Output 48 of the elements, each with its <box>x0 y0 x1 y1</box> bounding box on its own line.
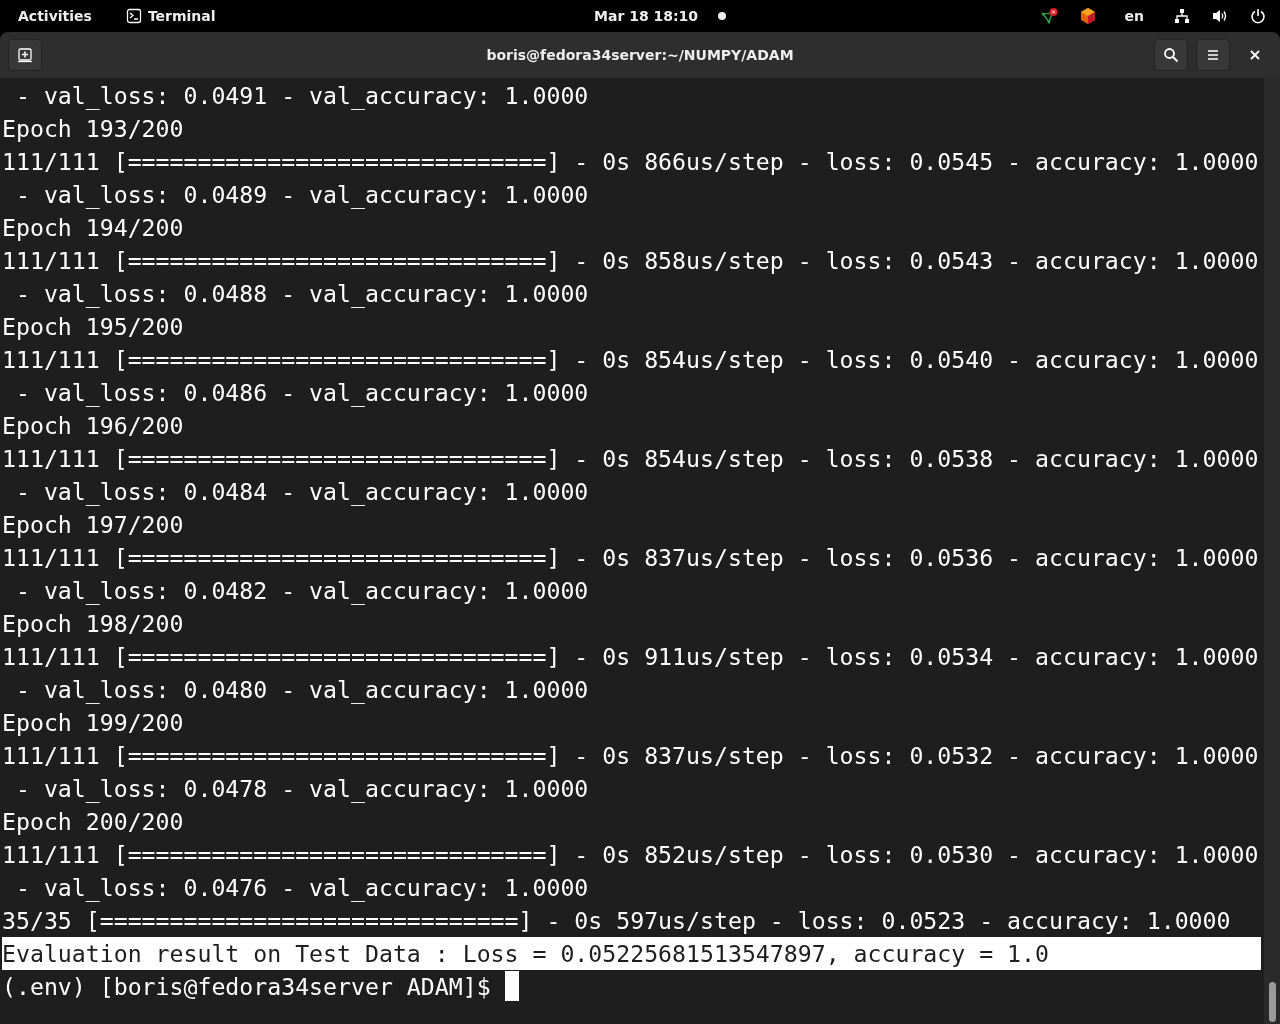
terminal-output-line: - val_loss: 0.0486 - val_accuracy: 1.0000 <box>14 378 589 409</box>
terminal-output-line: Epoch 193/200 <box>2 114 184 144</box>
menu-icon <box>1205 47 1221 63</box>
terminal-output-line: - val_loss: 0.0476 - val_accuracy: 1.0000 <box>14 873 589 904</box>
window-title: boris@fedora34server:~/NUMPY/ADAM <box>486 47 794 63</box>
terminal-output-line: 111/111 [==============================] - 0s 866us/step - loss: 0.0545 - accuracy: 1.0000 <box>2 147 1259 177</box>
terminal-output-line: 111/111 [==============================] - 0s 837us/step - loss: 0.0532 - accuracy: 1.0000 <box>2 741 1259 771</box>
clock[interactable]: Mar 18 18:10 <box>594 8 699 24</box>
terminal-output-line: 111/111 [==============================] - 0s 837us/step - loss: 0.0536 - accuracy: 1.0000 <box>2 543 1259 573</box>
search-icon <box>1163 47 1179 63</box>
terminal-output-line: - val_loss: 0.0488 - val_accuracy: 1.0000 <box>14 279 589 310</box>
terminal-output-line: 111/111 [==============================] - 0s 911us/step - loss: 0.0534 - accuracy: 1.0000 <box>2 642 1259 672</box>
new-tab-button[interactable] <box>8 39 42 71</box>
terminal-output-line: Epoch 195/200 <box>2 312 184 342</box>
terminal-output-line: - val_loss: 0.0478 - val_accuracy: 1.0000 <box>14 774 589 805</box>
menu-button[interactable] <box>1196 39 1230 71</box>
terminal-output-line: - val_loss: 0.0482 - val_accuracy: 1.0000 <box>14 576 589 607</box>
terminal-icon <box>125 8 142 24</box>
text-cursor <box>504 971 519 1001</box>
close-icon <box>1249 49 1261 61</box>
search-button[interactable] <box>1154 39 1188 71</box>
terminal-output-line: - val_loss: 0.0480 - val_accuracy: 1.0000 <box>14 675 589 706</box>
terminal-output-line: 35/35 [==============================] - 0s 597us/step - loss: 0.0523 - accuracy: 1.0000 <box>2 906 1231 936</box>
terminal-output-line: - val_loss: 0.0489 - val_accuracy: 1.0000 <box>14 180 589 211</box>
terminal-output-line: - val_loss: 0.0484 - val_accuracy: 1.0000 <box>14 477 589 508</box>
terminal-output-line: Epoch 200/200 <box>2 807 184 837</box>
terminal-output-line: Epoch 199/200 <box>2 708 184 738</box>
activities-button[interactable]: Activities <box>18 8 92 24</box>
terminal-output-line: 111/111 [==============================] - 0s 854us/step - loss: 0.0540 - accuracy: 1.0000 <box>2 345 1259 375</box>
network-error-icon <box>1040 8 1059 24</box>
app-menu-button[interactable]: Terminal <box>125 8 216 24</box>
cube-icon <box>1080 8 1095 24</box>
scrollbar-thumb[interactable] <box>1268 982 1276 1022</box>
volume-icon <box>1212 8 1228 24</box>
power-icon[interactable] <box>1250 8 1266 24</box>
keyboard-layout-indicator[interactable]: en <box>1124 8 1144 24</box>
terminal-output-line: Epoch 194/200 <box>2 213 184 243</box>
terminal-output-line: 111/111 [==============================] - 0s 854us/step - loss: 0.0538 - accuracy: 1.0000 <box>2 444 1259 474</box>
new-tab-icon <box>17 47 33 63</box>
terminal-output-line: 111/111 [==============================] - 0s 858us/step - loss: 0.0543 - accuracy: 1.0000 <box>2 246 1259 276</box>
terminal-output-line: Epoch 196/200 <box>2 411 184 441</box>
network-icon <box>1174 8 1190 24</box>
terminal-output-line: Epoch 197/200 <box>2 510 184 540</box>
shell-prompt: (.env) [boris@fedora34server ADAM]$ <box>2 972 492 1002</box>
terminal-output-line: Epoch 198/200 <box>2 609 184 639</box>
notification-dot-icon <box>718 12 727 20</box>
terminal-output-line: - val_loss: 0.0491 - val_accuracy: 1.0000 <box>14 81 589 112</box>
terminal-output-line: 111/111 [==============================] - 0s 852us/step - loss: 0.0530 - accuracy: 1.0000 <box>2 840 1259 870</box>
